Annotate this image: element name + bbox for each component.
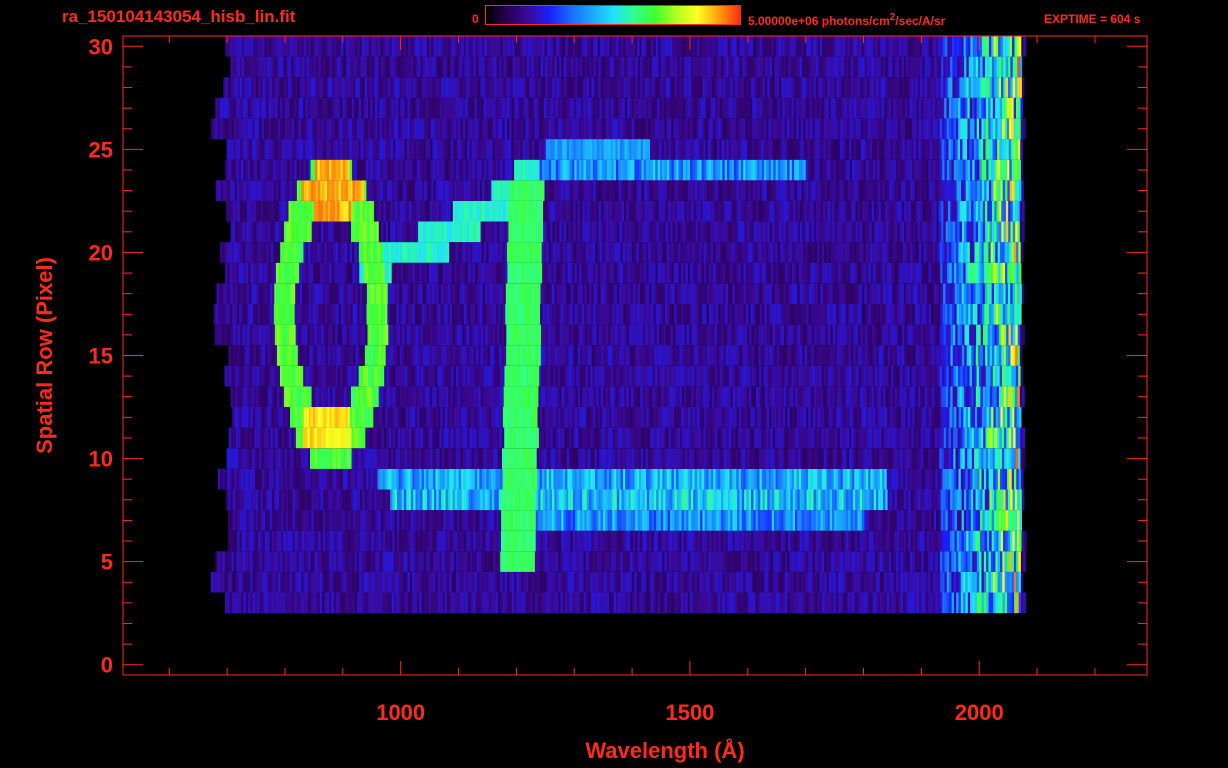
x-tick-label: 1000 [376,700,425,725]
y-tick-label: 25 [89,137,113,162]
spectrogram-chart: 1000 1500 2000051015202530 Wavelength (Å) … [32,34,1148,763]
y-tick-label: 30 [89,34,113,59]
y-tick-label: 20 [89,240,113,265]
y-tick-label: 15 [89,344,113,369]
y-axis-title: Spatial Row (Pixel) [32,257,57,454]
y-tick-label: 5 [101,550,113,575]
x-axis-title: Wavelength (Å) [585,737,744,763]
y-tick-label: 0 [101,653,113,678]
y-tick-label: 10 [89,447,113,472]
x-tick-label: 2000 [955,700,1004,725]
heatmap-image [210,36,1027,614]
x-tick-label: 1500 [665,700,714,725]
